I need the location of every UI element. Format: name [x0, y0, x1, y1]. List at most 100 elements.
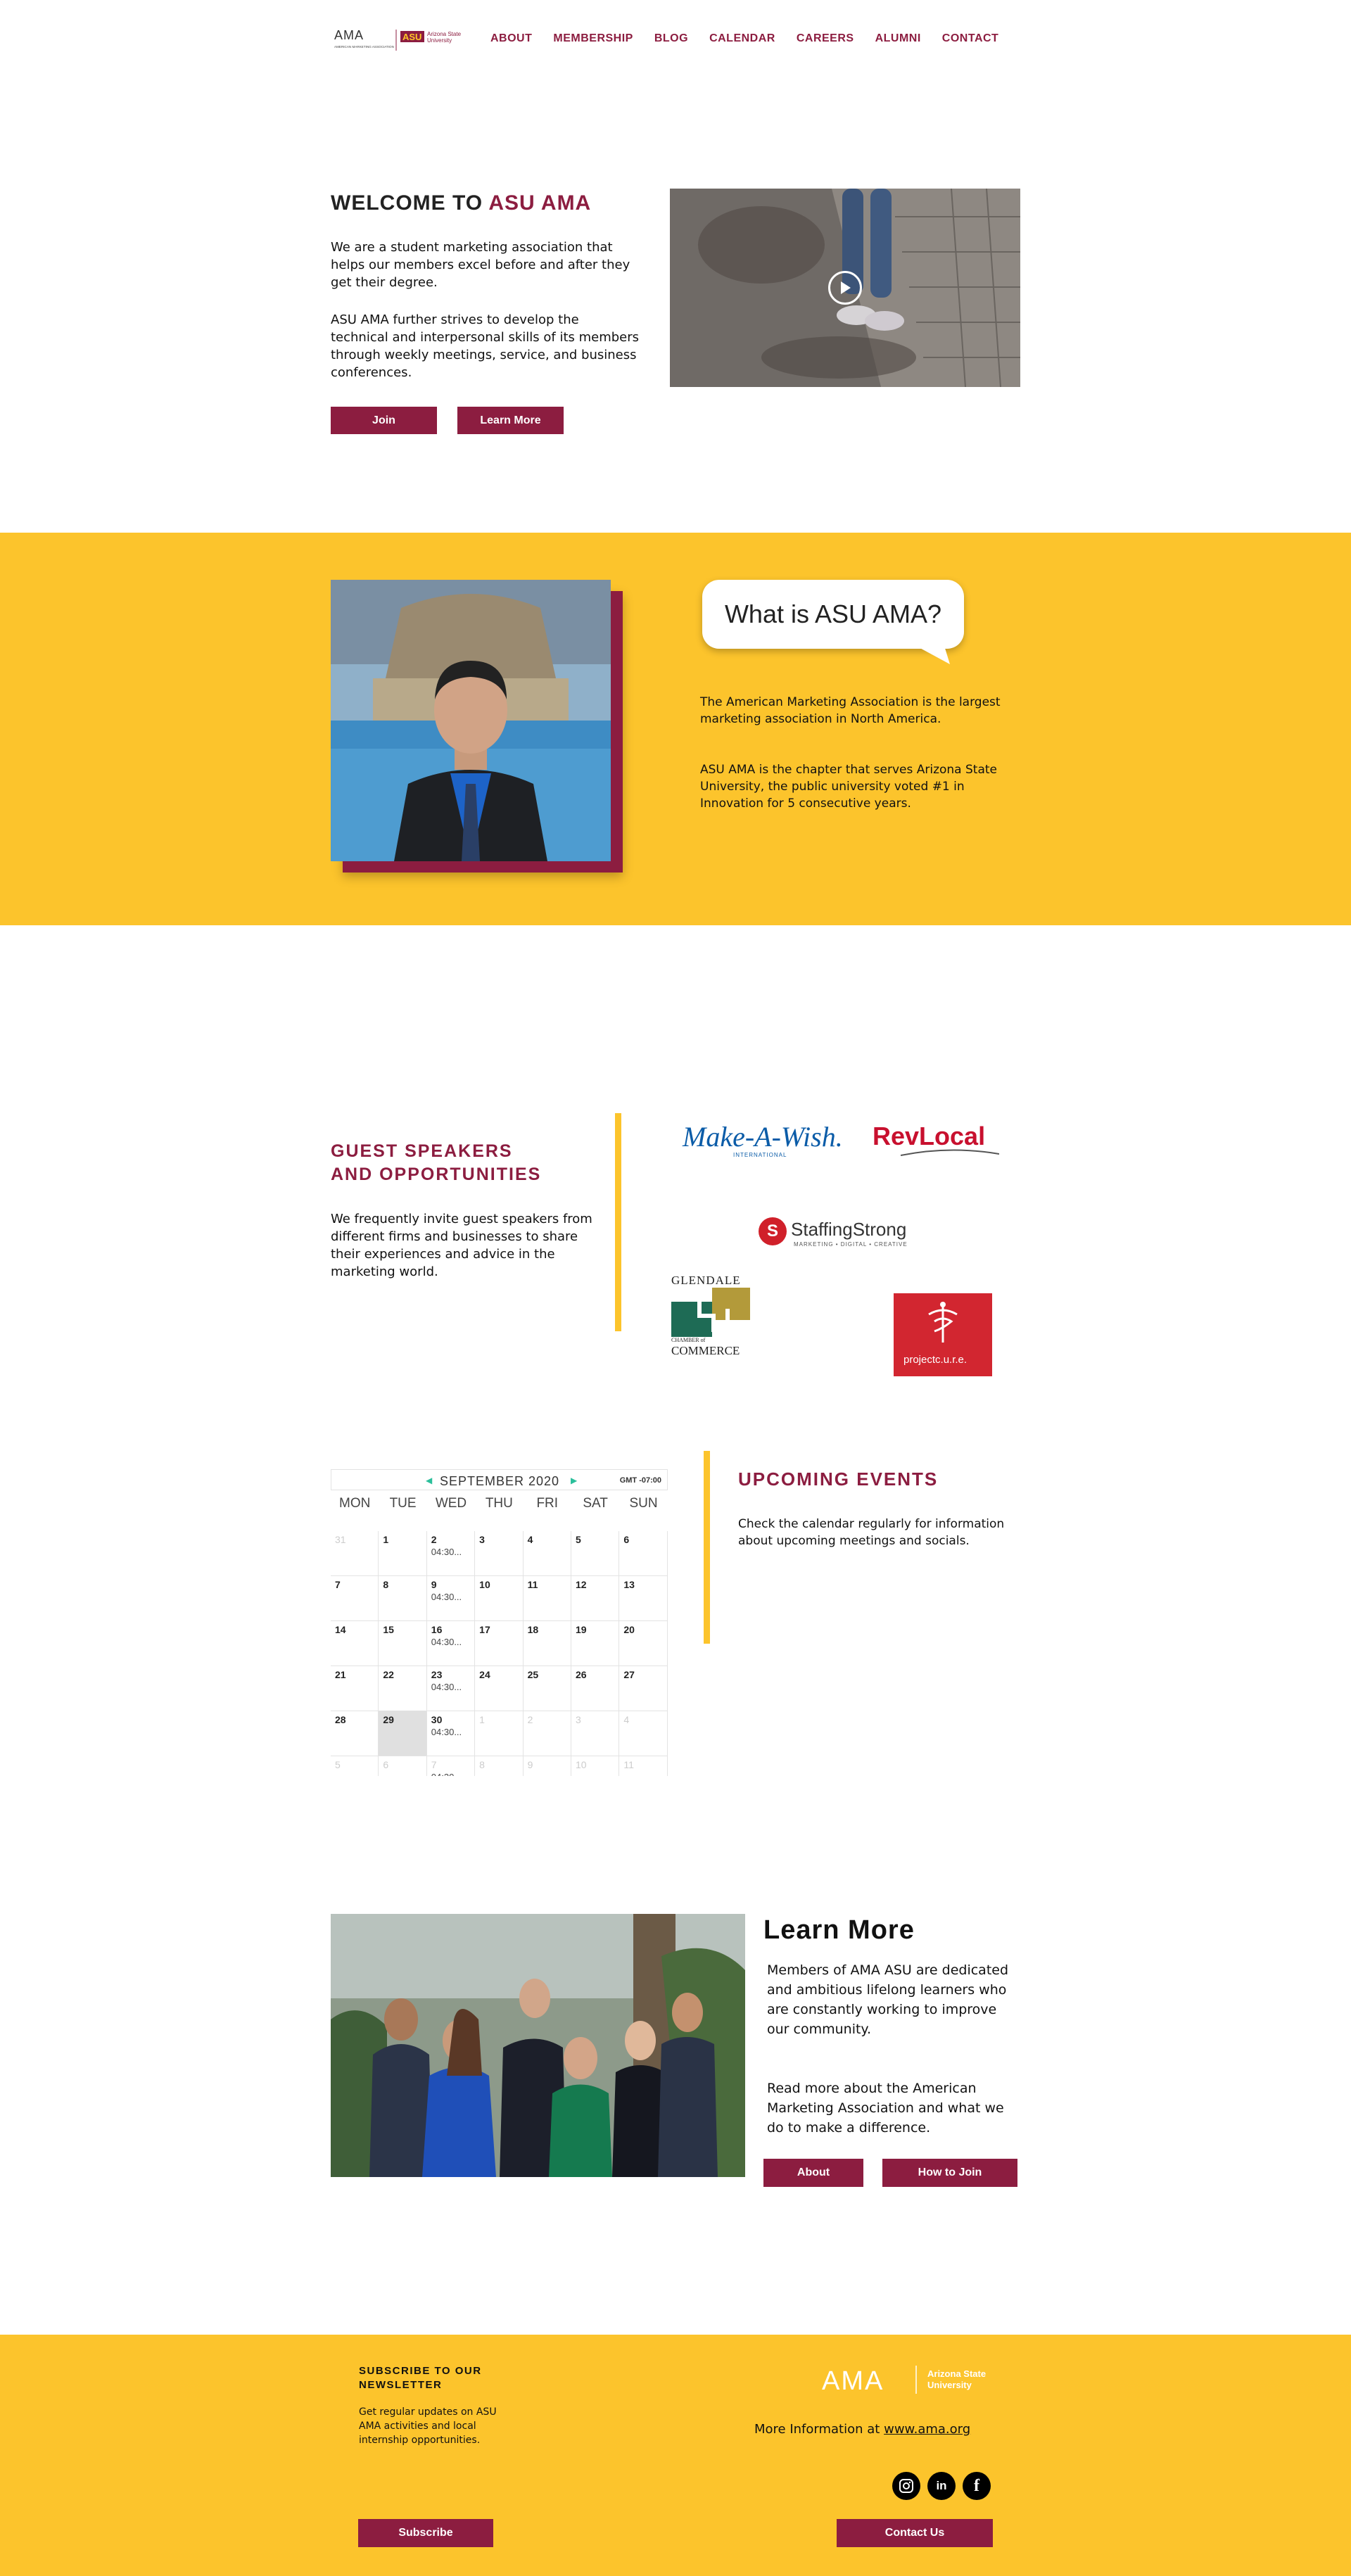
calendar-event-time[interactable]: 04:30... — [431, 1637, 462, 1647]
calendar-day-cell[interactable]: 26 — [571, 1666, 620, 1711]
team-photo — [331, 1914, 745, 2177]
newsletter-text: Get regular updates on ASU AMA activitie… — [359, 2406, 497, 2446]
calendar-day-cell[interactable]: 25 — [523, 1666, 571, 1711]
calendar-day-cell[interactable]: 23 04:30... — [426, 1666, 476, 1711]
calendar-event-time[interactable]: 04:30... — [431, 1682, 462, 1692]
nav-alumni[interactable]: ALUMNI — [875, 32, 921, 45]
calendar-day-cell[interactable]: 14 — [331, 1621, 379, 1666]
nav-membership[interactable]: MEMBERSHIP — [553, 32, 633, 45]
join-button[interactable]: Join — [331, 407, 437, 434]
staffingstrong-subtext: MARKETING • DIGITAL • CREATIVE — [794, 1241, 908, 1248]
calendar-day-cell[interactable]: 7 04:30... — [427, 1756, 476, 1776]
calendar-day-cell[interactable]: 20 — [619, 1621, 668, 1666]
calendar-day-number: 9 — [431, 1579, 437, 1590]
nav-calendar[interactable]: CALENDAR — [709, 32, 775, 45]
calendar-day-number: 31 — [335, 1534, 346, 1545]
bubble-tail — [916, 646, 950, 664]
prev-month-icon[interactable]: ◀ — [426, 1476, 432, 1485]
calendar-day-cell[interactable]: 5 — [571, 1531, 620, 1576]
welcome-title: WELCOME TO ASU AMA — [331, 191, 591, 215]
asu-text-2: University — [427, 37, 452, 44]
about-button[interactable]: About — [763, 2159, 863, 2187]
events-calendar[interactable]: ◀ SEPTEMBER 2020 ▶ GMT -07:00 MON TUE WE… — [331, 1469, 668, 1776]
calendar-day-cell[interactable]: 16 04:30... — [426, 1621, 476, 1666]
calendar-day-number: 5 — [575, 1534, 581, 1545]
calendar-day-cell[interactable]: 3 — [571, 1711, 620, 1756]
ama-asu-logo[interactable]: AMA AMERICAN MARKETING ASSOCIATION ASU A… — [334, 27, 468, 53]
calendar-event-time[interactable]: 04:30... — [431, 1592, 462, 1602]
nav-blog[interactable]: BLOG — [654, 32, 688, 45]
calendar-day-cell[interactable]: 1 — [475, 1711, 524, 1756]
next-month-icon[interactable]: ▶ — [571, 1476, 577, 1485]
calendar-day-cell[interactable]: 8 — [475, 1756, 524, 1776]
calendar-event-time[interactable]: 04:30... — [431, 1727, 462, 1737]
calendar-day-number: 11 — [623, 1759, 634, 1770]
calendar-day-cell[interactable]: 6 — [619, 1531, 668, 1576]
more-info-prefix: More Information at — [754, 2422, 880, 2437]
calendar-day-cell[interactable]: 2 — [523, 1711, 571, 1756]
calendar-day-cell[interactable]: 4 — [523, 1531, 571, 1576]
calendar-day-cell[interactable]: 2 04:30... — [426, 1531, 476, 1576]
calendar-day-cell[interactable]: 29 — [379, 1711, 427, 1756]
calendar-day-number: 16 — [431, 1624, 443, 1635]
calendar-day-cell[interactable]: 9 04:30... — [426, 1576, 476, 1621]
calendar-day-cell[interactable]: 6 — [379, 1756, 427, 1776]
nav-about[interactable]: ABOUT — [490, 32, 532, 45]
calendar-day-cell[interactable]: 11 — [619, 1756, 668, 1776]
ama-website-link[interactable]: www.ama.org — [884, 2422, 970, 2437]
calendar-day-cell[interactable]: 30 04:30... — [426, 1711, 476, 1756]
calendar-day-cell[interactable]: 11 — [523, 1576, 571, 1621]
calendar-day-number: 2 — [431, 1534, 437, 1545]
calendar-day-cell[interactable]: 22 — [379, 1666, 427, 1711]
calendar-day-cell[interactable]: 17 — [475, 1621, 524, 1666]
calendar-header: ◀ SEPTEMBER 2020 ▶ GMT -07:00 — [331, 1469, 668, 1490]
projectcure-logo: projectc.u.r.e. — [894, 1293, 992, 1376]
calendar-day-number: 3 — [479, 1534, 485, 1545]
nav-careers[interactable]: CAREERS — [797, 32, 854, 45]
how-to-join-button[interactable]: How to Join — [882, 2159, 1017, 2187]
linkedin-icon[interactable]: in — [927, 2472, 956, 2500]
calendar-day-cell[interactable]: 9 — [524, 1756, 571, 1776]
calendar-day-number: 6 — [623, 1534, 630, 1545]
calendar-day-cell[interactable]: 3 — [475, 1531, 524, 1576]
contact-us-button[interactable]: Contact Us — [837, 2519, 993, 2547]
ama-logo-text: AMA — [334, 28, 364, 42]
learn-more-button[interactable]: Learn More — [457, 407, 564, 434]
footer-ama-asu-logo[interactable]: AMA Arizona State University — [822, 2364, 994, 2395]
calendar-day-cell[interactable]: 12 — [571, 1576, 620, 1621]
calendar-day-cell[interactable]: 15 — [379, 1621, 427, 1666]
calendar-day-cell[interactable]: 27 — [619, 1666, 668, 1711]
calendar-day-number: 21 — [335, 1669, 346, 1680]
calendar-day-cell[interactable]: 21 — [331, 1666, 379, 1711]
calendar-day-number: 15 — [383, 1624, 394, 1635]
calendar-day-cell[interactable]: 8 — [379, 1576, 427, 1621]
calendar-day-cell[interactable]: 7 — [331, 1576, 379, 1621]
calendar-event-time[interactable]: 04:30... — [431, 1772, 462, 1776]
calendar-day-number: 30 — [431, 1714, 443, 1725]
calendar-day-number: 1 — [479, 1714, 485, 1725]
instagram-icon[interactable] — [892, 2472, 920, 2500]
calendar-day-cell[interactable]: 10 — [475, 1576, 524, 1621]
calendar-day-cell[interactable]: 19 — [571, 1621, 620, 1666]
calendar-day-cell[interactable]: 10 — [571, 1756, 620, 1776]
calendar-day-cell[interactable]: 24 — [475, 1666, 524, 1711]
about-para-2: ASU AMA is the chapter that serves Arizo… — [700, 763, 998, 811]
calendar-day-cell[interactable]: 18 — [523, 1621, 571, 1666]
glendale-mid-text: CHAMBER of — [671, 1337, 706, 1343]
facebook-icon[interactable]: f — [963, 2472, 991, 2500]
about-section — [0, 533, 1351, 925]
play-icon[interactable] — [828, 271, 862, 305]
calendar-day-cell[interactable]: 1 — [379, 1531, 427, 1576]
calendar-day-cell[interactable]: 31 — [331, 1531, 379, 1576]
calendar-day-cell[interactable]: 4 — [619, 1711, 668, 1756]
events-divider — [704, 1451, 710, 1644]
calendar-event-time[interactable]: 04:30... — [431, 1547, 462, 1557]
calendar-day-cell[interactable]: 13 — [619, 1576, 668, 1621]
calendar-day-cell[interactable]: 5 — [331, 1756, 379, 1776]
member-portrait — [331, 580, 611, 861]
nav-contact[interactable]: CONTACT — [942, 32, 999, 45]
calendar-grid: 31 1 2 04:30... 3 4 5 6 7 8 9 04:30... 10 11 12 13 14 15 1… — [331, 1531, 668, 1776]
welcome-video[interactable] — [670, 189, 1020, 387]
subscribe-button[interactable]: Subscribe — [358, 2519, 493, 2547]
calendar-day-cell[interactable]: 28 — [331, 1711, 379, 1756]
